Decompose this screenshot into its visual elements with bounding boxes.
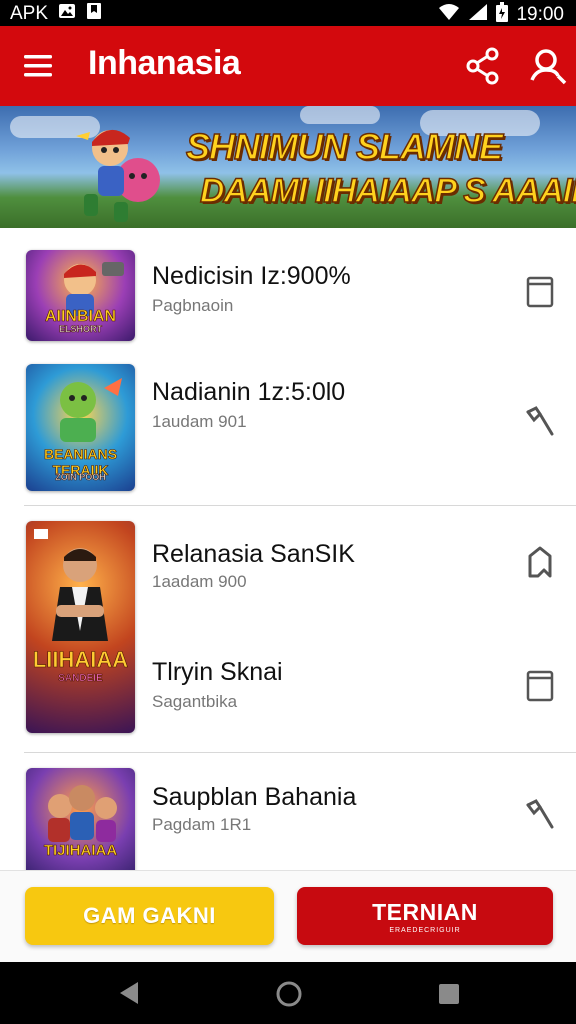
app-thumbnail: AIINBIAN ELSHORT	[26, 250, 135, 341]
item-title: Nedicisin Iz:900%	[152, 262, 351, 290]
list-item[interactable]: AIINBIAN ELSHORT Nedicisin Iz:900% Pagbn…	[0, 228, 576, 364]
bookmark-icon[interactable]	[522, 668, 558, 704]
secondary-button-caption: ERAEDECRIGUIR	[389, 926, 461, 934]
tool-icon[interactable]	[522, 797, 558, 833]
back-icon[interactable]	[116, 980, 142, 1011]
promo-banner[interactable]: SHNIMUN SLAMNE DAAMI IIHAIAAP S AAAIK!	[0, 106, 576, 228]
home-icon[interactable]	[275, 980, 303, 1013]
image-icon	[58, 3, 76, 25]
item-subtitle: Pagbnaoin	[152, 296, 234, 315]
status-apk-label: APK	[10, 3, 49, 24]
item-title: Tlryin Sknai	[152, 658, 283, 686]
item-title: Relanasia SanSIK	[152, 540, 355, 568]
app-thumbnail: LIIHAIAA SANDEIE	[26, 521, 135, 733]
tool-icon[interactable]	[522, 404, 558, 440]
app-thumbnail: TIJIHAIAA	[26, 768, 135, 870]
status-time: 19:00	[516, 4, 564, 25]
item-subtitle: Sagantbika	[152, 692, 238, 711]
banner-headline: SHNIMUN SLAMNE	[185, 125, 504, 168]
list-item[interactable]: BEANIANS TERAIIK ZOIN POOH Nadianin 1z:5…	[0, 364, 576, 506]
list-item[interactable]: LIIHAIAA SANDEIE Relanasia SanSIK 1aadam…	[0, 506, 576, 752]
app-bar: Inhanasia	[0, 26, 576, 106]
item-subtitle: Pagdam 1R1	[152, 815, 252, 834]
item-title: Nadianin 1z:5:0l0	[152, 378, 346, 406]
item-subtitle: 1audam 901	[152, 412, 247, 431]
profile-search-icon[interactable]	[528, 46, 568, 86]
item-title: Saupblan Bahania	[152, 783, 357, 811]
banner-character-image	[76, 129, 160, 222]
bookmark-icon[interactable]	[522, 274, 558, 310]
app-thumbnail: BEANIANS TERAIIK ZOIN POOH	[26, 364, 135, 491]
banner-subheadline: DAAMI IIHAIAAP S AAAIK!	[199, 171, 576, 211]
signal-icon	[468, 3, 488, 27]
wifi-icon	[438, 3, 460, 27]
share-icon[interactable]	[464, 46, 502, 86]
secondary-button-label: TERNIAN	[372, 898, 478, 925]
app-list: AIINBIAN ELSHORT Nedicisin Iz:900% Pagbn…	[0, 228, 576, 870]
recents-icon[interactable]	[437, 982, 461, 1011]
bookmark-small-icon	[86, 2, 102, 26]
primary-button[interactable]: GAM GAKNI	[25, 887, 274, 945]
item-subtitle: 1aadam 900	[152, 572, 247, 591]
menu-icon[interactable]	[22, 50, 56, 82]
secondary-button[interactable]: TERNIAN ERAEDECRIGUIR	[297, 887, 553, 945]
list-item[interactable]: TIJIHAIAA Saupblan Bahania Pagdam 1R1	[0, 753, 576, 870]
tag-icon[interactable]	[522, 544, 558, 580]
battery-icon	[496, 2, 509, 28]
system-nav-bar	[0, 962, 576, 1024]
status-bar: APK 19:00	[0, 0, 576, 26]
app-title: Inhanasia	[88, 44, 241, 82]
bottom-action-bar: GAM GAKNI TERNIAN ERAEDECRIGUIR	[0, 870, 576, 963]
